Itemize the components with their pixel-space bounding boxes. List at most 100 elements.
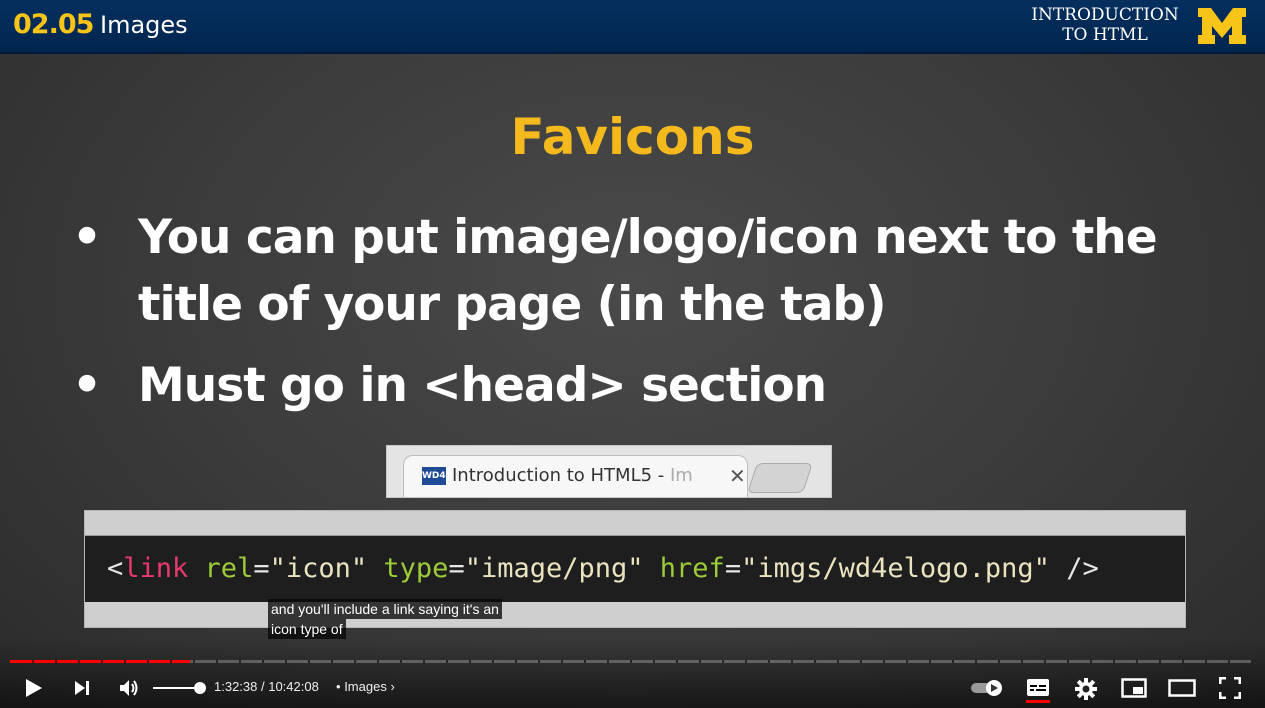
chapter-marker xyxy=(262,660,264,663)
chapter-marker xyxy=(906,660,908,663)
chapter-marker xyxy=(1067,660,1069,663)
course-title-line2: TO HTML xyxy=(1062,25,1148,45)
browser-tab-example: WD4E Introduction to HTML5 - Im ✕ xyxy=(386,445,832,498)
video-player[interactable]: 02.05 Images INTRODUCTION TO HTML Favico… xyxy=(0,0,1265,708)
chapter-marker xyxy=(469,660,471,663)
chapter-title: Images xyxy=(344,679,387,694)
caption-line: icon type of xyxy=(268,619,346,639)
chapter-marker xyxy=(630,660,632,663)
slide-title: Favicons xyxy=(510,108,755,166)
code-token: href xyxy=(659,553,725,584)
chapter-marker xyxy=(814,660,816,663)
chapter-marker xyxy=(1044,660,1046,663)
chapter-marker xyxy=(1205,660,1207,663)
chapter-marker xyxy=(538,660,540,663)
chapter-marker xyxy=(1113,660,1115,663)
time-display: 1:32:38 / 10:42:08 xyxy=(214,679,319,694)
time-separator: / xyxy=(257,679,269,694)
chapter-marker xyxy=(492,660,494,663)
bullet-marker: • xyxy=(72,210,103,265)
bullet-text-line: Must go in <head> section xyxy=(138,358,827,413)
volume-icon[interactable] xyxy=(117,676,141,700)
chapter-marker xyxy=(768,660,770,663)
autoplay-toggle-icon[interactable] xyxy=(970,678,1006,698)
bullet-text-line: You can put image/logo/icon next to the xyxy=(138,210,1158,265)
chapter-marker xyxy=(929,660,931,663)
chapter-marker xyxy=(791,660,793,663)
chapter-marker xyxy=(860,660,862,663)
chevron-right-icon: › xyxy=(390,679,395,694)
course-title-line1: INTRODUCTION xyxy=(1031,5,1179,25)
lesson-title: Images xyxy=(100,11,188,39)
code-token: < xyxy=(107,553,124,584)
tab-title-faded-text: Im xyxy=(670,465,693,486)
chapter-button[interactable]: • Images › xyxy=(336,679,395,694)
chapter-marker xyxy=(722,660,724,663)
chapter-marker xyxy=(883,660,885,663)
chapter-marker xyxy=(837,660,839,663)
miniplayer-icon[interactable] xyxy=(1121,678,1147,698)
caption-line: and you'll include a link saying it's an xyxy=(268,599,502,619)
code-token: /> xyxy=(1049,553,1099,584)
new-tab-icon xyxy=(747,463,813,493)
tab-title-text: Introduction to HTML5 - xyxy=(452,465,670,486)
code-token: "icon" xyxy=(269,553,368,584)
browser-tab: WD4E Introduction to HTML5 - Im ✕ xyxy=(403,455,748,497)
code-example: <link rel="icon" type="image/png" href="… xyxy=(84,510,1186,628)
play-icon[interactable] xyxy=(22,677,44,699)
settings-gear-icon[interactable] xyxy=(1075,678,1097,700)
bullet-text-line: title of your page (in the tab) xyxy=(138,277,887,332)
chapter-marker xyxy=(561,660,563,663)
chapter-marker xyxy=(423,660,425,663)
chapter-marker xyxy=(400,660,402,663)
code-token: type xyxy=(383,553,449,584)
chapter-marker xyxy=(170,660,172,663)
code-token: = xyxy=(724,553,742,584)
chapter-marker xyxy=(78,660,80,663)
favicon-icon: WD4E xyxy=(422,467,452,485)
code-token: "imgs/wd4elogo.png" xyxy=(741,553,1050,584)
progress-played xyxy=(10,660,190,663)
chapter-marker xyxy=(952,660,954,663)
progress-bar[interactable] xyxy=(10,660,1253,663)
fullscreen-icon[interactable] xyxy=(1219,677,1241,699)
chapter-marker xyxy=(32,660,34,663)
chapter-marker xyxy=(1090,660,1092,663)
bullet-marker: • xyxy=(72,358,103,413)
subtitles-icon[interactable] xyxy=(1026,677,1050,703)
course-title: INTRODUCTION TO HTML xyxy=(1010,5,1200,45)
chapter-marker xyxy=(101,660,103,663)
chapter-marker xyxy=(1251,660,1253,663)
next-icon[interactable] xyxy=(72,678,92,698)
code-token: link xyxy=(123,553,189,584)
chapter-marker xyxy=(354,660,356,663)
chapter-marker xyxy=(331,660,333,663)
slide-header-bar: 02.05 Images INTRODUCTION TO HTML xyxy=(0,0,1265,54)
theater-mode-icon[interactable] xyxy=(1168,679,1196,697)
chapter-marker xyxy=(1228,660,1230,663)
chapter-marker xyxy=(1021,660,1023,663)
chapter-marker xyxy=(699,660,701,663)
code-token: "image/png" xyxy=(464,553,644,584)
block-m-logo-icon xyxy=(1198,8,1246,44)
chapter-marker xyxy=(676,660,678,663)
code-line: <link rel="icon" type="image/png" href="… xyxy=(85,536,1185,602)
browser-tab-title: Introduction to HTML5 - Im xyxy=(452,465,693,486)
volume-slider[interactable] xyxy=(153,681,207,695)
duration: 10:42:08 xyxy=(268,679,319,694)
code-token: = xyxy=(253,553,270,584)
chapter-marker xyxy=(446,660,448,663)
caption-box: and you'll include a link saying it's an… xyxy=(268,599,502,639)
chapter-marker xyxy=(975,660,977,663)
chapter-marker xyxy=(607,660,609,663)
chapter-marker xyxy=(745,660,747,663)
chapter-dot: • xyxy=(336,679,341,694)
code-token: = xyxy=(448,553,465,584)
chapter-marker xyxy=(653,660,655,663)
chapter-marker xyxy=(147,660,149,663)
chapter-marker xyxy=(1182,660,1184,663)
chapter-marker xyxy=(55,660,57,663)
current-time: 1:32:38 xyxy=(214,679,258,694)
chapter-marker xyxy=(1159,660,1161,663)
chapter-marker xyxy=(216,660,218,663)
